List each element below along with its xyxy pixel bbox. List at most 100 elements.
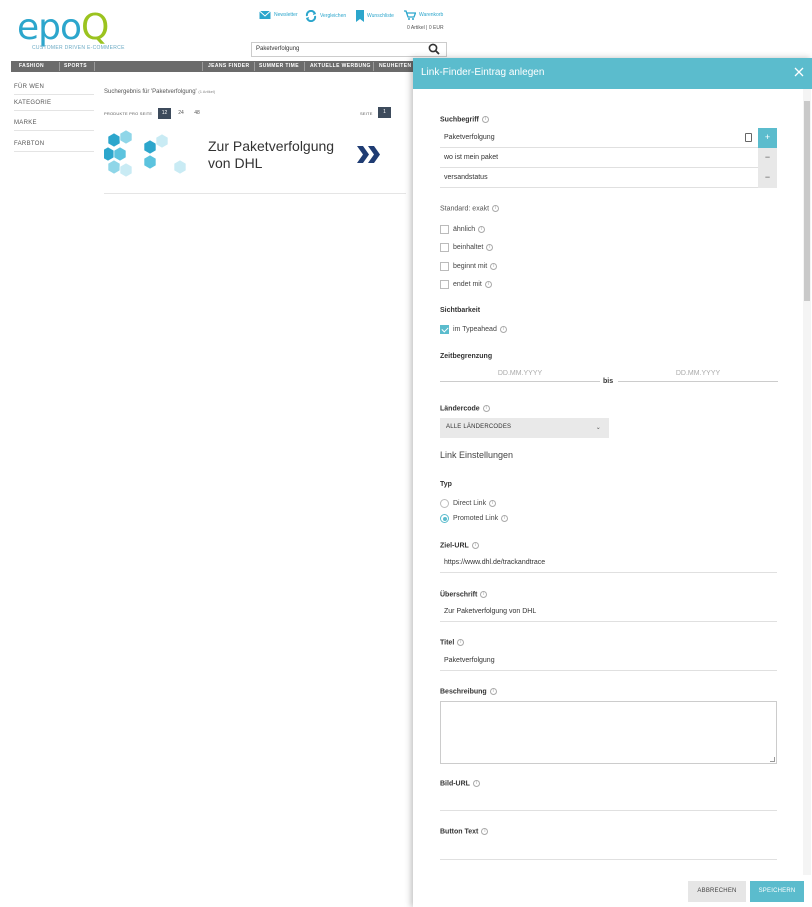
checkbox-checked[interactable] — [440, 325, 449, 334]
match-option-aehnlich[interactable]: ähnlich i — [440, 225, 486, 234]
shop-search-input[interactable]: Paketverfolgung — [251, 42, 447, 57]
description-textarea[interactable] — [440, 701, 777, 764]
match-option-beinhaltet[interactable]: beinhaltet i — [440, 243, 494, 252]
button-text-input[interactable] — [440, 840, 777, 860]
resize-handle[interactable] — [770, 757, 775, 762]
close-icon[interactable] — [793, 66, 805, 78]
checkbox[interactable] — [440, 243, 449, 252]
main-nav: FASHION SPORTS JEANS FINDER SUMMER TIME … — [11, 61, 421, 72]
radio-selected[interactable] — [440, 514, 449, 523]
info-icon[interactable]: i — [472, 780, 480, 787]
add-search-term-button[interactable]: + — [758, 128, 777, 148]
per-page-48[interactable]: 48 — [191, 108, 203, 119]
info-icon[interactable]: i — [480, 591, 488, 598]
per-page-12[interactable]: 12 — [158, 108, 171, 119]
envelope-icon — [259, 10, 271, 19]
search-term-row[interactable]: wo ist mein paket − — [440, 148, 777, 168]
epoq-logo[interactable]: epoQ CUSTOMER DRIVEN E-COMMERCE — [17, 9, 127, 53]
logo-q: Q — [81, 7, 109, 48]
save-button[interactable]: SPEICHERN — [750, 881, 804, 902]
date-to-input[interactable]: DD.MM.YYYY — [618, 368, 778, 382]
info-icon[interactable]: i — [489, 500, 497, 507]
title-label: Titel i — [440, 639, 465, 646]
match-default-label: Standard: exakt i — [440, 205, 500, 212]
banner-headline: Zur Paketverfolgung von DHL — [208, 138, 335, 171]
visibility-label: Sichtbarkeit — [440, 307, 481, 314]
title-input[interactable]: Paketverfolgung — [440, 651, 777, 671]
heading-input[interactable]: Zur Paketverfolgung von DHL — [440, 602, 777, 622]
info-icon[interactable]: i — [482, 405, 490, 412]
nav-sports[interactable]: SPORTS — [64, 61, 87, 72]
nav-aktuelle-werbung[interactable]: AKTUELLE WERBUNG — [310, 61, 371, 72]
info-icon[interactable]: i — [492, 205, 500, 212]
match-option-beginnt-mit[interactable]: beginnt mit i — [440, 262, 498, 271]
type-label: Typ — [440, 481, 452, 488]
cancel-button[interactable]: ABBRECHEN — [688, 881, 746, 902]
image-url-input[interactable] — [440, 791, 777, 811]
info-icon[interactable]: i — [499, 326, 507, 333]
info-icon[interactable]: i — [471, 542, 479, 549]
wishlist-link[interactable]: Wunschliste — [356, 10, 394, 22]
chevron-down-icon: ⌄ — [595, 425, 601, 431]
radio[interactable] — [440, 499, 449, 508]
cart-label: Warenkorb — [419, 12, 444, 18]
remove-search-term-button[interactable]: − — [758, 168, 777, 188]
modal-footer: ABBRECHEN SPEICHERN — [413, 875, 812, 907]
info-icon[interactable]: i — [478, 226, 486, 233]
filter-marke[interactable]: MARKE — [14, 120, 94, 131]
compare-arrows-icon — [305, 10, 317, 22]
info-icon[interactable]: i — [486, 244, 494, 251]
image-url-label: Bild-URL i — [440, 780, 480, 787]
info-icon[interactable]: i — [490, 263, 498, 270]
newsletter-label: Newsletter — [274, 12, 298, 18]
modal-title: Link-Finder-Eintrag anlegen — [421, 67, 545, 78]
match-option-endet-mit[interactable]: endet mit i — [440, 280, 492, 289]
scrollbar-thumb[interactable] — [804, 101, 810, 301]
clipboard-icon[interactable] — [745, 133, 752, 142]
compare-link[interactable]: Vergleichen — [305, 10, 346, 22]
search-icon[interactable] — [428, 43, 440, 55]
remove-search-term-button[interactable]: − — [758, 148, 777, 168]
cart-summary: 0 Artikel | 0 EUR — [407, 25, 444, 31]
info-icon[interactable]: i — [484, 281, 492, 288]
visibility-typeahead[interactable]: im Typeahead i — [440, 325, 507, 334]
link-settings-heading: Link Einstellungen — [440, 450, 514, 460]
page-1[interactable]: 1 — [378, 107, 391, 118]
date-separator: bis — [603, 378, 614, 385]
filter-fuer-wen[interactable]: FÜR WEN — [14, 84, 94, 95]
nav-summer-time[interactable]: SUMMER TIME — [259, 61, 299, 72]
modal-scrollbar[interactable] — [803, 89, 811, 875]
results-title: Suchergebnis für 'Paketverfolgung' (1 Ar… — [104, 89, 216, 95]
nav-fashion[interactable]: FASHION — [19, 61, 44, 72]
checkbox[interactable] — [440, 225, 449, 234]
nav-jeans-finder[interactable]: JEANS FINDER — [208, 61, 249, 72]
bookmark-icon — [356, 10, 364, 22]
info-icon[interactable]: i — [481, 828, 489, 835]
country-code-select[interactable]: ALLE LÄNDERCODES ⌄ — [440, 418, 609, 438]
nav-neuheiten[interactable]: NEUHEITEN — [379, 61, 412, 72]
search-term-value: Paketverfolgung — [444, 134, 495, 141]
logo-text: epo — [17, 7, 82, 48]
modal-body: Suchbegriff i Paketverfolgung + wo ist me… — [413, 89, 812, 875]
search-term-row[interactable]: versandstatus − — [440, 168, 777, 188]
filter-kategorie[interactable]: KATEGORIE — [14, 100, 94, 111]
search-term-row[interactable]: Paketverfolgung + — [440, 128, 777, 148]
filter-farbton[interactable]: FARBTON — [14, 141, 94, 152]
info-icon[interactable]: i — [457, 639, 465, 646]
cart-link[interactable]: Warenkorb — [404, 10, 443, 20]
info-icon[interactable]: i — [501, 515, 509, 522]
type-direct-link[interactable]: Direct Link i — [440, 499, 497, 508]
newsletter-link[interactable]: Newsletter — [259, 10, 298, 20]
per-page-24[interactable]: 24 — [175, 108, 187, 119]
page-label: SEITE — [360, 111, 373, 116]
type-promoted-link[interactable]: Promoted Link i — [440, 514, 509, 523]
modal-header: Link-Finder-Eintrag anlegen — [413, 58, 812, 89]
checkbox[interactable] — [440, 280, 449, 289]
search-term-value: wo ist mein paket — [444, 154, 499, 161]
info-icon[interactable]: i — [481, 116, 489, 123]
search-term-label: Suchbegriff i — [440, 116, 489, 123]
target-url-input[interactable]: https://www.dhl.de/trackandtrace — [440, 553, 777, 573]
info-icon[interactable]: i — [489, 688, 497, 695]
date-from-input[interactable]: DD.MM.YYYY — [440, 368, 600, 382]
checkbox[interactable] — [440, 262, 449, 271]
